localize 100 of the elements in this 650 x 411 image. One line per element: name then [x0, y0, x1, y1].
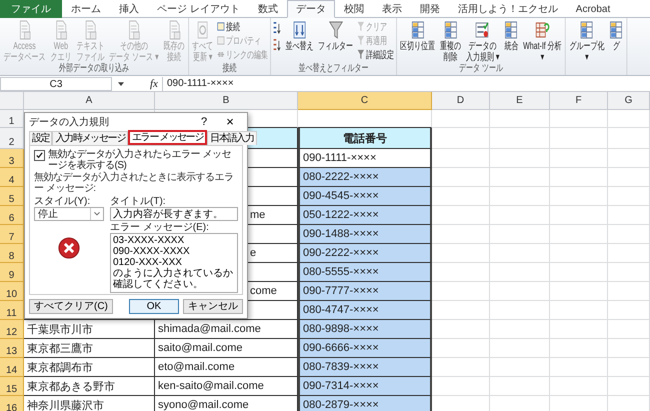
row-header[interactable]: 13	[0, 339, 24, 358]
sort-ascending-icon[interactable]	[272, 22, 282, 35]
empty-cell	[608, 244, 650, 263]
empty-cell	[550, 282, 608, 301]
ribbon-tab[interactable]: ホーム	[62, 0, 110, 18]
table-cell: 080-4747-××××	[298, 301, 432, 320]
row-header[interactable]: 2	[0, 128, 24, 149]
filter-icon	[328, 20, 343, 40]
dialog-tab[interactable]: 日本語入力	[207, 131, 257, 145]
ribbon-small-button[interactable]: 詳細設定	[356, 48, 394, 61]
ribbon-button[interactable]: グ	[608, 20, 625, 52]
function-label[interactable]: fx	[146, 78, 162, 90]
row-header[interactable]: 5	[0, 187, 24, 206]
checkbox-label[interactable]: 無効なデータが入力されたらエラー メッセージを表示する(S)	[48, 149, 238, 171]
checkbox[interactable]	[34, 150, 45, 161]
name-box[interactable]: C3	[0, 77, 112, 91]
ribbon-button[interactable]: 並べ替え	[284, 20, 315, 52]
column-header[interactable]: G	[608, 92, 650, 110]
empty-cell	[490, 358, 550, 377]
table-cell: 090-7314-××××	[298, 377, 432, 396]
ribbon-tab[interactable]: ファイル	[0, 0, 62, 18]
row-header[interactable]: 9	[0, 263, 24, 282]
document-icon	[167, 20, 181, 40]
row-header[interactable]: 6	[0, 206, 24, 225]
row-header[interactable]: 3	[0, 149, 24, 168]
dialog-button[interactable]: すべてクリア(C)	[29, 299, 113, 314]
row-header[interactable]: 14	[0, 358, 24, 377]
filter-icon	[356, 49, 364, 60]
empty-cell	[490, 282, 550, 301]
help-button[interactable]: ?	[191, 116, 217, 128]
field-label: スタイル(Y):	[34, 196, 92, 207]
ribbon-tab[interactable]: 挿入	[110, 0, 148, 18]
ribbon-button[interactable]: データの 入力規則 ▾	[464, 20, 501, 63]
document-icon	[18, 20, 32, 40]
table-icon	[410, 20, 425, 40]
ribbon-tab[interactable]: 開発	[410, 0, 449, 18]
table-cell: 神奈川県藤沢市	[24, 396, 155, 411]
ribbon-tab[interactable]: 数式	[248, 0, 287, 18]
empty-cell	[608, 301, 650, 320]
row-header[interactable]: 7	[0, 225, 24, 244]
column-header[interactable]: C	[298, 92, 432, 110]
title-field[interactable]: 入力内容が長すぎます。	[110, 207, 238, 221]
ribbon-small-button[interactable]: 接続	[216, 20, 268, 33]
window-icon	[216, 21, 224, 32]
ribbon-tab[interactable]: データ	[286, 0, 335, 18]
sort-descending-icon[interactable]	[272, 39, 282, 52]
empty-cell	[608, 358, 650, 377]
empty-cell	[550, 149, 608, 168]
row-header[interactable]: 12	[0, 320, 24, 339]
close-button[interactable]: ×	[217, 114, 243, 129]
empty-cell	[490, 110, 550, 128]
ribbon-button[interactable]: フィルター	[316, 20, 355, 52]
column-header[interactable]: F	[550, 92, 608, 110]
table-cell: 090-7777-××××	[298, 282, 432, 301]
ribbon-tab[interactable]: 校閲	[334, 0, 373, 18]
caret-icon[interactable]	[118, 82, 124, 86]
row-header[interactable]: 10	[0, 282, 24, 301]
ribbon-tab[interactable]: ページ レイアウト	[148, 0, 249, 18]
column-header[interactable]: B	[155, 92, 298, 110]
dialog-tab[interactable]: エラー メッセージ	[128, 130, 208, 145]
row-header[interactable]: 4	[0, 168, 24, 187]
empty-cell	[490, 377, 550, 396]
row-header[interactable]: 8	[0, 244, 24, 263]
dialog-button[interactable]: キャンセル	[183, 299, 243, 314]
column-header[interactable]: E	[490, 92, 550, 110]
ribbon-tab[interactable]: 活用しよう！エクセル	[448, 0, 567, 18]
table-cell: 080-9898-××××	[298, 320, 432, 339]
link-icon	[216, 49, 224, 60]
column-header[interactable]: D	[432, 92, 490, 110]
table-cell: 090-4545-××××	[298, 187, 432, 206]
table-icon	[580, 20, 594, 40]
table-cell: 080-2222-××××	[298, 168, 432, 187]
row-header[interactable]: 15	[0, 377, 24, 396]
field-label: タイトル(T):	[110, 196, 167, 207]
ribbon-button[interactable]: グループ化 ▾	[568, 20, 606, 63]
style-dropdown[interactable]: 停止	[34, 207, 104, 221]
error-message-field[interactable]: 03-XXXX-XXXX 090-XXXX-XXXX 0120-XXX-XXX のように入力されているか確認してください。	[110, 233, 238, 293]
dialog-tab[interactable]: 入力時メッセージ	[52, 131, 128, 145]
empty-cell	[608, 168, 650, 187]
empty-cell	[490, 149, 550, 168]
dialog-tab[interactable]: 設定	[29, 131, 52, 145]
ribbon-button[interactable]: What-If 分析 ▾	[522, 20, 564, 63]
ribbon-tab[interactable]: 表示	[372, 0, 411, 18]
row-header[interactable]: 16	[0, 396, 24, 411]
dialog-button[interactable]: OK	[129, 299, 179, 314]
empty-cell	[550, 225, 608, 244]
empty-cell	[608, 282, 650, 301]
column-header[interactable]: A	[24, 92, 155, 110]
ribbon-button[interactable]: 統合	[502, 20, 520, 52]
group-label: データ ツール	[458, 63, 504, 75]
empty-cell	[550, 358, 608, 377]
row-header[interactable]: 11	[0, 301, 24, 320]
table-cell: 東京都あきる野市	[24, 377, 155, 396]
row-header[interactable]: 1	[0, 110, 24, 128]
ribbon-button[interactable]: 区切り位置	[398, 20, 436, 52]
ribbon-tab[interactable]: Acrobat	[566, 0, 620, 18]
empty-cell	[608, 263, 650, 282]
table-cell: 090-2222-××××	[298, 244, 432, 263]
formula-field[interactable]: 090-1111-××××	[162, 77, 650, 91]
ribbon-button[interactable]: 重複の 削除	[438, 20, 462, 63]
